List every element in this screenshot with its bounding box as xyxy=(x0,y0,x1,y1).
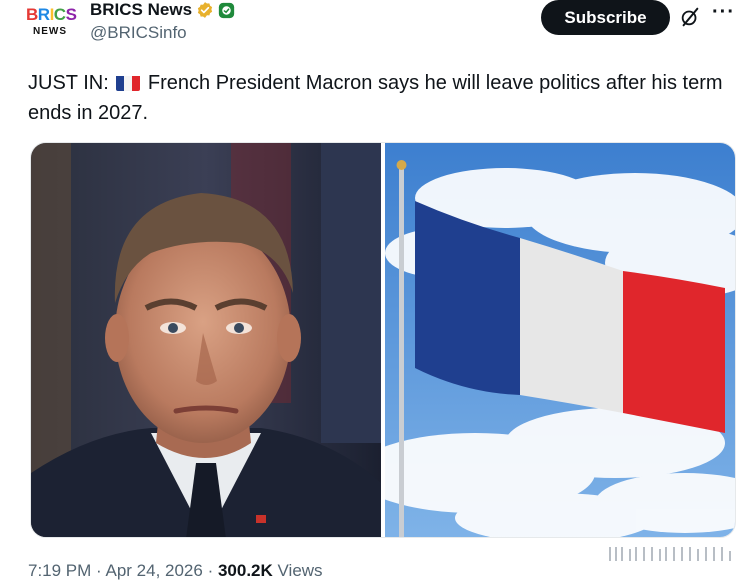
tweet-meta: 7:19 PM · Apr 24, 2026 · 300.2K Views xyxy=(28,561,323,581)
avatar[interactable]: BRICS NEWS xyxy=(26,2,82,42)
flag-photo-image xyxy=(385,143,735,537)
tweet-text: JUST IN: French President Macron says he… xyxy=(28,68,738,128)
tweet-time[interactable]: 7:19 PM xyxy=(28,561,91,580)
grok-icon[interactable] xyxy=(679,6,701,28)
tweet-date[interactable]: Apr 24, 2026 xyxy=(105,561,202,580)
author-display-name[interactable]: BRICS News xyxy=(90,0,192,20)
avatar-subtext: NEWS xyxy=(33,26,67,37)
meta-separator: · xyxy=(202,561,218,580)
tweet-card: BRICS NEWS BRICS News @BRICSinfo Subscri… xyxy=(0,0,753,581)
watermark-icon xyxy=(609,547,731,561)
tweet-media[interactable] xyxy=(30,142,736,538)
portrait-photo-image xyxy=(31,143,381,537)
media-photo-flag[interactable] xyxy=(385,143,735,537)
avatar-logo-text: BRICS xyxy=(26,5,77,24)
more-icon[interactable]: ··· xyxy=(712,2,736,26)
meta-separator: · xyxy=(91,561,106,580)
verified-badge-icon xyxy=(197,2,213,18)
author-name-row[interactable]: BRICS News xyxy=(90,0,235,20)
media-photo-portrait[interactable] xyxy=(31,143,381,537)
affiliation-badge-icon[interactable] xyxy=(218,2,235,19)
author-handle[interactable]: @BRICSinfo xyxy=(90,23,187,43)
views-label: Views xyxy=(277,561,323,580)
views-count: 300.2K xyxy=(217,561,273,580)
subscribe-button[interactable]: Subscribe xyxy=(541,0,670,35)
tweet-text-prefix: JUST IN: xyxy=(28,72,109,94)
french-flag-emoji-icon xyxy=(116,73,141,91)
